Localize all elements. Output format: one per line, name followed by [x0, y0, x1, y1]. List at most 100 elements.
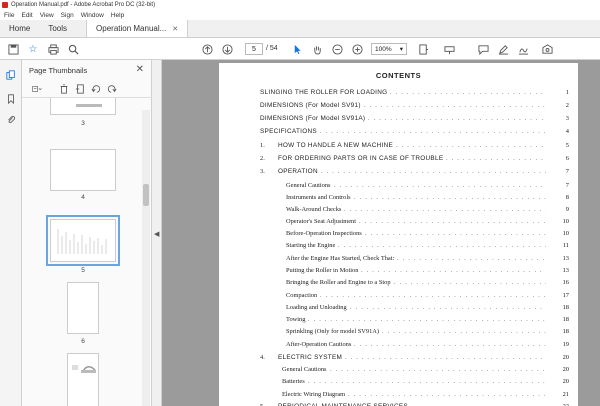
toc-row[interactable]: SPECIFICATIONS. . . . . . . . . . . . . …: [219, 128, 578, 137]
print-icon[interactable]: [46, 42, 60, 56]
toc-page-number: 18: [562, 316, 569, 323]
toc-dot-leader: . . . . . . . . . . . . . . . . . . . . …: [344, 206, 546, 213]
document-view[interactable]: CONTENTS SLINGING THE ROLLER FOR LOADING…: [162, 60, 600, 406]
toc-entry-text: Sprinkling (Only for model SV91A): [286, 328, 380, 335]
draw-signature-icon[interactable]: [516, 42, 530, 56]
save-icon[interactable]: [6, 42, 20, 56]
close-tab-icon[interactable]: ✕: [172, 25, 178, 33]
toc-row[interactable]: Operator's Seat Adjustment. . . . . . . …: [219, 218, 578, 227]
next-page-icon[interactable]: [220, 42, 234, 56]
toc-page-number: 21: [562, 391, 569, 398]
page-thumbnail-6[interactable]: [67, 282, 99, 334]
toc-row[interactable]: Instruments and Controls. . . . . . . . …: [219, 194, 578, 203]
tab-home-label: Home: [9, 24, 31, 33]
toc-row[interactable]: Sprinkling (Only for model SV91A). . . .…: [219, 328, 578, 337]
page-thumbnails-panel: Page Thumbnails ✕ 3 4 5 6: [22, 60, 152, 406]
page-thumbnail-7[interactable]: [67, 353, 99, 406]
highlight-pen-icon[interactable]: [496, 42, 510, 56]
attachments-paperclip-icon[interactable]: [5, 114, 17, 126]
toc-row[interactable]: Batteries. . . . . . . . . . . . . . . .…: [219, 378, 578, 387]
page-thumbnail-4[interactable]: [50, 149, 116, 191]
toc-row[interactable]: DIMENSIONS (For Model SV91). . . . . . .…: [219, 102, 578, 111]
menu-window[interactable]: Window: [81, 12, 104, 19]
toc-entry-text: Batteries: [282, 378, 305, 385]
tab-tools[interactable]: Tools: [39, 20, 76, 37]
menu-edit[interactable]: Edit: [21, 12, 32, 19]
search-icon[interactable]: [66, 42, 80, 56]
page-thumbnail-5[interactable]: [46, 215, 120, 266]
toc-row[interactable]: Walk-Around Checks. . . . . . . . . . . …: [219, 206, 578, 215]
toc-page-number: 17: [562, 292, 569, 299]
navigation-rail: [0, 60, 22, 406]
menu-file[interactable]: File: [4, 12, 14, 19]
toc-page-number: 19: [562, 341, 569, 348]
options-menu-icon[interactable]: [28, 83, 46, 95]
toc-page-number: 2: [565, 102, 569, 109]
toc-dot-leader: . . . . . . . . . . . . . . . . . . . . …: [397, 255, 546, 262]
toc-entry-text: Walk-Around Checks: [286, 206, 342, 213]
rotate-counterclockwise-icon[interactable]: [90, 83, 102, 95]
hand-tool-icon[interactable]: [310, 42, 324, 56]
tab-document[interactable]: Operation Manual... ✕: [86, 20, 189, 37]
fit-page-icon[interactable]: [416, 42, 430, 56]
insert-page-icon[interactable]: [74, 83, 86, 95]
bookmark-star-icon[interactable]: ☆: [26, 42, 40, 56]
toc-entry-text: Loading and Unloading: [286, 304, 347, 311]
page-number-input[interactable]: 5: [245, 43, 263, 55]
thumbnail-label-5: 5: [81, 267, 85, 274]
close-panel-icon[interactable]: ✕: [136, 64, 144, 75]
thumbnails-list[interactable]: 3 4 5 6: [22, 98, 152, 406]
toc-row[interactable]: SLINGING THE ROLLER FOR LOADING. . . . .…: [219, 89, 578, 98]
page-thumbnails-icon[interactable]: [5, 69, 17, 81]
toc-row[interactable]: Starting the Engine. . . . . . . . . . .…: [219, 242, 578, 251]
toc-dot-leader: . . . . . . . . . . . . . . . . . . . . …: [330, 366, 546, 373]
toc-row[interactable]: Putting the Roller in Motion. . . . . . …: [219, 267, 578, 276]
thumbnails-toolbar: [22, 80, 152, 98]
toc-section-number: 2.: [260, 155, 265, 162]
page-thumbnail-3[interactable]: [50, 98, 116, 115]
toc-row[interactable]: After the Engine Has Started, Check That…: [219, 255, 578, 264]
toc-dot-leader: . . . . . . . . . . . . . . . . . . . . …: [361, 267, 546, 274]
toc-row[interactable]: After-Operation Cautions. . . . . . . . …: [219, 341, 578, 350]
menu-sign[interactable]: Sign: [61, 12, 74, 19]
toc-page-number: 10: [562, 230, 569, 237]
scrollbar-thumb[interactable]: [143, 184, 149, 206]
toc-row[interactable]: Bringing the Roller and Engine to a Stop…: [219, 279, 578, 288]
toc-row[interactable]: Compaction. . . . . . . . . . . . . . . …: [219, 292, 578, 301]
bookmarks-icon[interactable]: [5, 93, 17, 105]
toc-dot-leader: . . . . . . . . . . . . . . . . . . . . …: [334, 182, 546, 189]
thumbnails-scrollbar[interactable]: [142, 110, 150, 406]
toc-row[interactable]: Electric Wiring Diagram. . . . . . . . .…: [219, 391, 578, 400]
zoom-out-icon[interactable]: [330, 42, 344, 56]
toc-page-number: 1: [565, 89, 569, 96]
previous-page-icon[interactable]: [200, 42, 214, 56]
panel-collapse-handle[interactable]: ◀: [152, 60, 162, 406]
toc-row[interactable]: 3. OPERATION. . . . . . . . . . . . . . .…: [219, 168, 578, 177]
toc-row[interactable]: 1. HOW TO HANDLE A NEW MACHINE. . . . . .…: [219, 142, 578, 151]
toc-row[interactable]: 2. FOR ORDERING PARTS OR IN CASE OF TROUB…: [219, 155, 578, 164]
toc-page-number: 20: [562, 366, 569, 373]
toc-row[interactable]: General Cautions. . . . . . . . . . . . …: [219, 366, 578, 375]
menu-view[interactable]: View: [40, 12, 54, 19]
toc-row[interactable]: Before-Operation Inspections. . . . . . …: [219, 230, 578, 239]
toc-row[interactable]: DIMENSIONS (For Model SV91A). . . . . . …: [219, 115, 578, 124]
toc-entry-text: General Cautions: [286, 182, 331, 189]
tab-home[interactable]: Home: [0, 20, 39, 37]
comment-icon[interactable]: [476, 42, 490, 56]
select-cursor-icon[interactable]: [290, 42, 304, 56]
toc-dot-leader: . . . . . . . . . . . . . . . . . . . . …: [394, 279, 546, 286]
share-tools-icon[interactable]: [540, 42, 554, 56]
rotate-clockwise-icon[interactable]: [106, 83, 118, 95]
keyboard-icon[interactable]: [442, 42, 456, 56]
toc-row[interactable]: General Cautions. . . . . . . . . . . . …: [219, 182, 578, 191]
toc-row[interactable]: 4. ELECTRIC SYSTEM. . . . . . . . . . . .…: [219, 354, 578, 363]
toc-section-number: 3.: [260, 168, 265, 175]
zoom-in-icon[interactable]: [350, 42, 364, 56]
toc-row[interactable]: Loading and Unloading. . . . . . . . . .…: [219, 304, 578, 313]
toc-dot-leader: . . . . . . . . . . . . . . . . . . . . …: [396, 142, 546, 149]
menu-help[interactable]: Help: [111, 12, 124, 19]
chevron-down-icon: ▾: [399, 46, 403, 53]
delete-page-icon[interactable]: [58, 83, 70, 95]
zoom-select[interactable]: 100% ▾: [371, 43, 407, 55]
toc-row[interactable]: Towing. . . . . . . . . . . . . . . . . …: [219, 316, 578, 325]
